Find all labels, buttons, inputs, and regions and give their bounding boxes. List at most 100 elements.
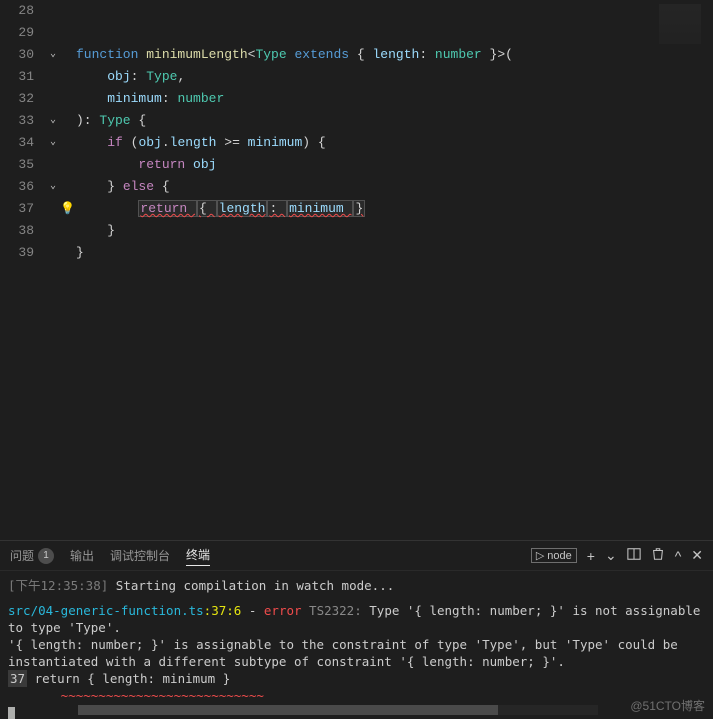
timestamp: [下午12:35:38] bbox=[8, 578, 108, 593]
panel-tabs-actions: ▷ node + ⌄ ^ ✕ bbox=[531, 547, 703, 564]
lightbulb-icon bbox=[60, 110, 76, 132]
code-line[interactable]: return obj bbox=[76, 154, 713, 176]
line-number: 35 bbox=[0, 154, 34, 176]
code-token: }>( bbox=[490, 47, 513, 62]
tab-debug-console[interactable]: 调试控制台 bbox=[110, 547, 170, 564]
lightbulb-icon bbox=[60, 22, 76, 44]
fold-toggle[interactable]: ⌄ bbox=[46, 110, 60, 132]
code-line[interactable]: function minimumLength<Type extends { le… bbox=[76, 44, 713, 66]
code-token: function bbox=[76, 47, 146, 62]
chevron-down-icon[interactable]: ⌄ bbox=[605, 547, 617, 564]
maximize-panel-icon[interactable]: ^ bbox=[675, 548, 682, 564]
fold-toggle[interactable]: ⌄ bbox=[46, 44, 60, 66]
code-line[interactable] bbox=[76, 22, 713, 44]
lightbulb-icon[interactable]: 💡 bbox=[60, 198, 76, 220]
fold-toggle bbox=[46, 220, 60, 242]
code-token: } bbox=[76, 245, 84, 260]
lightbulb-icon bbox=[60, 220, 76, 242]
fold-toggle bbox=[46, 154, 60, 176]
terminal-launcher-icon: ▷ bbox=[536, 549, 544, 562]
tab-problems[interactable]: 问题 1 bbox=[10, 547, 54, 564]
code-token: Type bbox=[146, 69, 177, 84]
lightbulb-icon bbox=[60, 66, 76, 88]
tab-output[interactable]: 输出 bbox=[70, 547, 94, 564]
code-token bbox=[76, 201, 138, 216]
code-token: return bbox=[138, 157, 193, 172]
lightbulb-icon bbox=[60, 242, 76, 264]
code-token: { bbox=[197, 200, 217, 217]
code-line[interactable]: obj: Type, bbox=[76, 66, 713, 88]
code-editor[interactable]: 282930313233343536373839 ⌄⌄⌄⌄ 💡 function… bbox=[0, 0, 713, 540]
panel-tabs: 问题 1 输出 调试控制台 终端 ▷ node + ⌄ ^ ✕ bbox=[0, 541, 713, 571]
code-token: number bbox=[435, 47, 490, 62]
code-token: minimum bbox=[107, 91, 162, 106]
tab-debug-console-label: 调试控制台 bbox=[110, 547, 170, 564]
line-number: 39 bbox=[0, 242, 34, 264]
code-line[interactable]: } bbox=[76, 242, 713, 264]
code-area[interactable]: function minimumLength<Type extends { le… bbox=[76, 0, 713, 540]
close-panel-icon[interactable]: ✕ bbox=[691, 547, 703, 564]
code-token: : bbox=[131, 69, 147, 84]
line-number: 33 bbox=[0, 110, 34, 132]
lightbulb-icon bbox=[60, 176, 76, 198]
line-number: 38 bbox=[0, 220, 34, 242]
fold-toggle bbox=[46, 66, 60, 88]
minimap[interactable] bbox=[653, 0, 713, 540]
lightbulb-column[interactable]: 💡 bbox=[60, 0, 76, 540]
terminal-error-header: src/04-generic-function.ts:37:6 - error … bbox=[8, 602, 705, 636]
code-token: extends bbox=[294, 47, 356, 62]
error-code: TS2322: bbox=[302, 603, 370, 618]
tab-output-label: 输出 bbox=[70, 547, 94, 564]
code-token: obj bbox=[107, 69, 130, 84]
compile-msg: Starting compilation in watch mode... bbox=[108, 578, 394, 593]
code-line[interactable] bbox=[76, 0, 713, 22]
split-terminal-icon[interactable] bbox=[627, 547, 641, 564]
code-token: obj bbox=[138, 135, 161, 150]
terminal-source-line: 37 return { length: minimum } bbox=[8, 670, 705, 687]
code-line[interactable]: if (obj.length >= minimum) { bbox=[76, 132, 713, 154]
code-token: : bbox=[419, 47, 435, 62]
fold-toggle bbox=[46, 0, 60, 22]
code-token: } bbox=[76, 179, 123, 194]
code-token: { bbox=[357, 47, 373, 62]
terminal-line: [下午12:35:38] Starting compilation in wat… bbox=[8, 577, 705, 594]
error-underline: ~~~~~~~~~~~~~~~~~~~~~~~~~~~ bbox=[8, 687, 705, 704]
code-line[interactable]: minimum: number bbox=[76, 88, 713, 110]
code-line[interactable]: ): Type { bbox=[76, 110, 713, 132]
fold-toggle bbox=[46, 242, 60, 264]
lightbulb-icon bbox=[60, 154, 76, 176]
code-token: length bbox=[373, 47, 420, 62]
code-token bbox=[76, 91, 107, 106]
error-source: return { length: minimum } bbox=[27, 671, 230, 686]
problems-count-badge: 1 bbox=[38, 548, 54, 564]
terminal-launcher[interactable]: ▷ node bbox=[531, 548, 577, 563]
code-line[interactable]: } bbox=[76, 220, 713, 242]
fold-toggle bbox=[46, 88, 60, 110]
code-token: { bbox=[162, 179, 170, 194]
lightbulb-icon bbox=[60, 88, 76, 110]
error-file: src/04-generic-function.ts bbox=[8, 603, 204, 618]
line-number: 30 bbox=[0, 44, 34, 66]
code-token: Type bbox=[99, 113, 138, 128]
line-number-gutter: 282930313233343536373839 bbox=[0, 0, 46, 540]
terminal-output[interactable]: [下午12:35:38] Starting compilation in wat… bbox=[0, 571, 713, 719]
code-token: else bbox=[123, 179, 162, 194]
code-token: return bbox=[138, 200, 197, 217]
code-token: minimum bbox=[248, 135, 303, 150]
terminal-cursor bbox=[8, 707, 15, 719]
code-token: obj bbox=[193, 157, 216, 172]
minimap-content bbox=[659, 4, 701, 44]
tab-terminal-label: 终端 bbox=[186, 546, 210, 563]
error-word: error bbox=[264, 603, 302, 618]
code-line[interactable]: } else { bbox=[76, 176, 713, 198]
kill-terminal-icon[interactable] bbox=[651, 547, 665, 564]
tab-terminal[interactable]: 终端 bbox=[186, 546, 210, 566]
code-token: number bbox=[177, 91, 224, 106]
fold-toggle[interactable]: ⌄ bbox=[46, 132, 60, 154]
code-token: { bbox=[138, 113, 146, 128]
fold-toggle[interactable]: ⌄ bbox=[46, 176, 60, 198]
fold-column[interactable]: ⌄⌄⌄⌄ bbox=[46, 0, 60, 540]
tab-problems-label: 问题 bbox=[10, 547, 34, 564]
code-line[interactable]: return { length: minimum } bbox=[76, 198, 713, 220]
new-terminal-icon[interactable]: + bbox=[587, 548, 595, 564]
